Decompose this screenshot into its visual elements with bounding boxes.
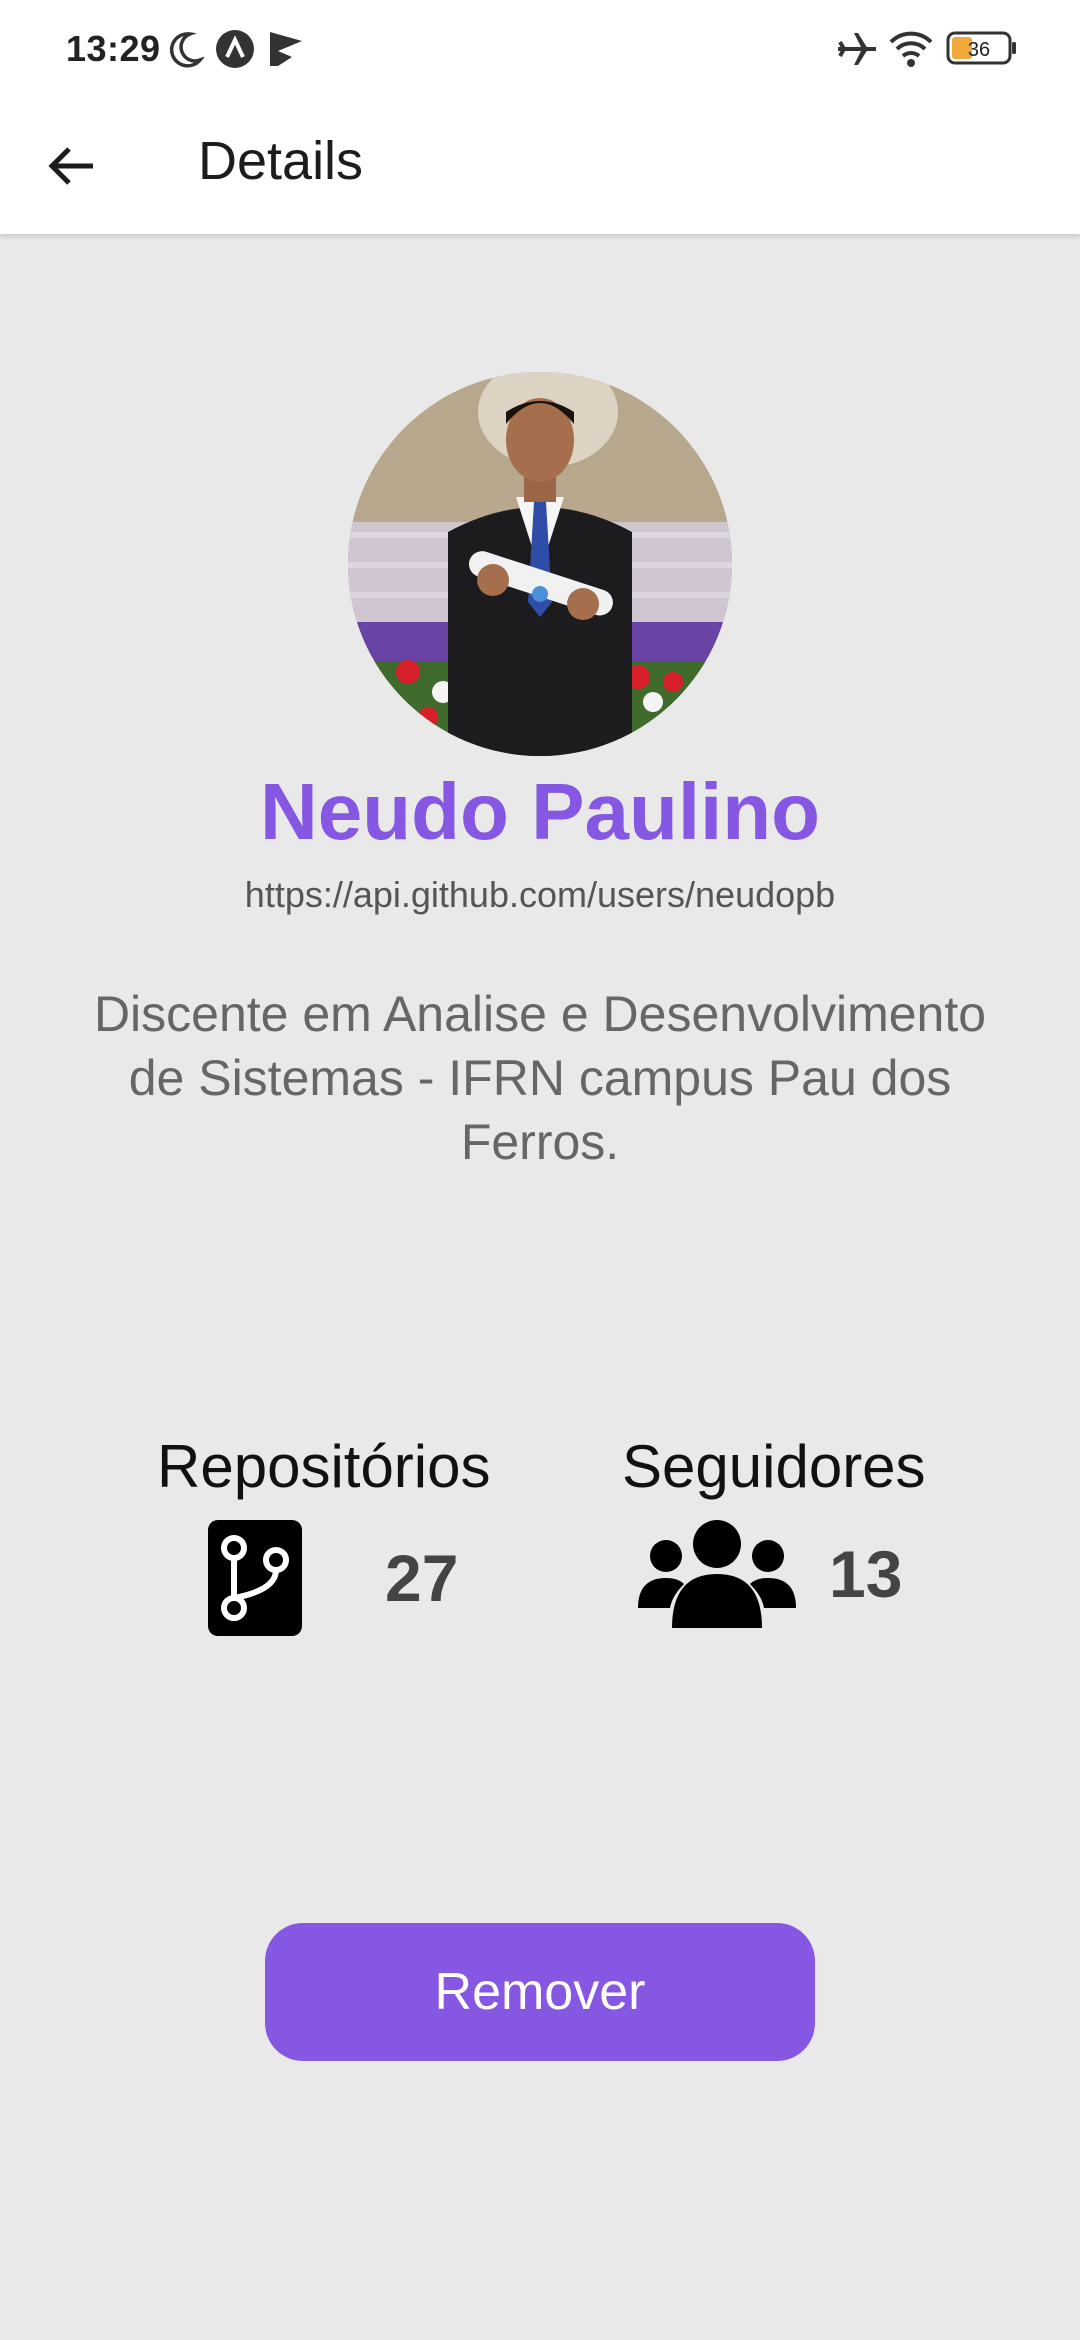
airplane-icon xyxy=(836,29,878,74)
play-store-icon xyxy=(266,29,306,74)
battery-level: 36 xyxy=(968,39,990,61)
avatar xyxy=(348,372,732,756)
battery-icon: 36 xyxy=(946,30,1018,71)
status-time: 13:29 xyxy=(66,28,161,69)
repos-label: Repositórios xyxy=(157,1433,491,1500)
user-bio: Discente em Analise e Desenvolvimento de… xyxy=(93,986,987,1170)
git-branch-icon xyxy=(208,1520,302,1636)
followers-label: Seguidores xyxy=(622,1433,926,1500)
page-title: Details xyxy=(198,131,364,191)
moon-icon xyxy=(168,30,206,75)
arrow-left-icon xyxy=(48,147,93,185)
status-bar: 13:29 36 xyxy=(0,0,1080,100)
repos-count: 27 xyxy=(385,1541,459,1615)
back-button[interactable] xyxy=(28,122,116,210)
remove-button[interactable]: Remover xyxy=(265,1923,815,2061)
app-bar: Details xyxy=(0,100,1080,234)
user-photo xyxy=(348,372,732,756)
followers-count: 13 xyxy=(829,1537,903,1611)
app-a-icon xyxy=(215,29,255,74)
user-name: Neudo Paulino xyxy=(260,767,820,856)
wifi-icon xyxy=(888,28,934,75)
user-url: https://api.github.com/users/neudopb xyxy=(244,874,836,915)
users-group-icon xyxy=(638,1516,796,1628)
